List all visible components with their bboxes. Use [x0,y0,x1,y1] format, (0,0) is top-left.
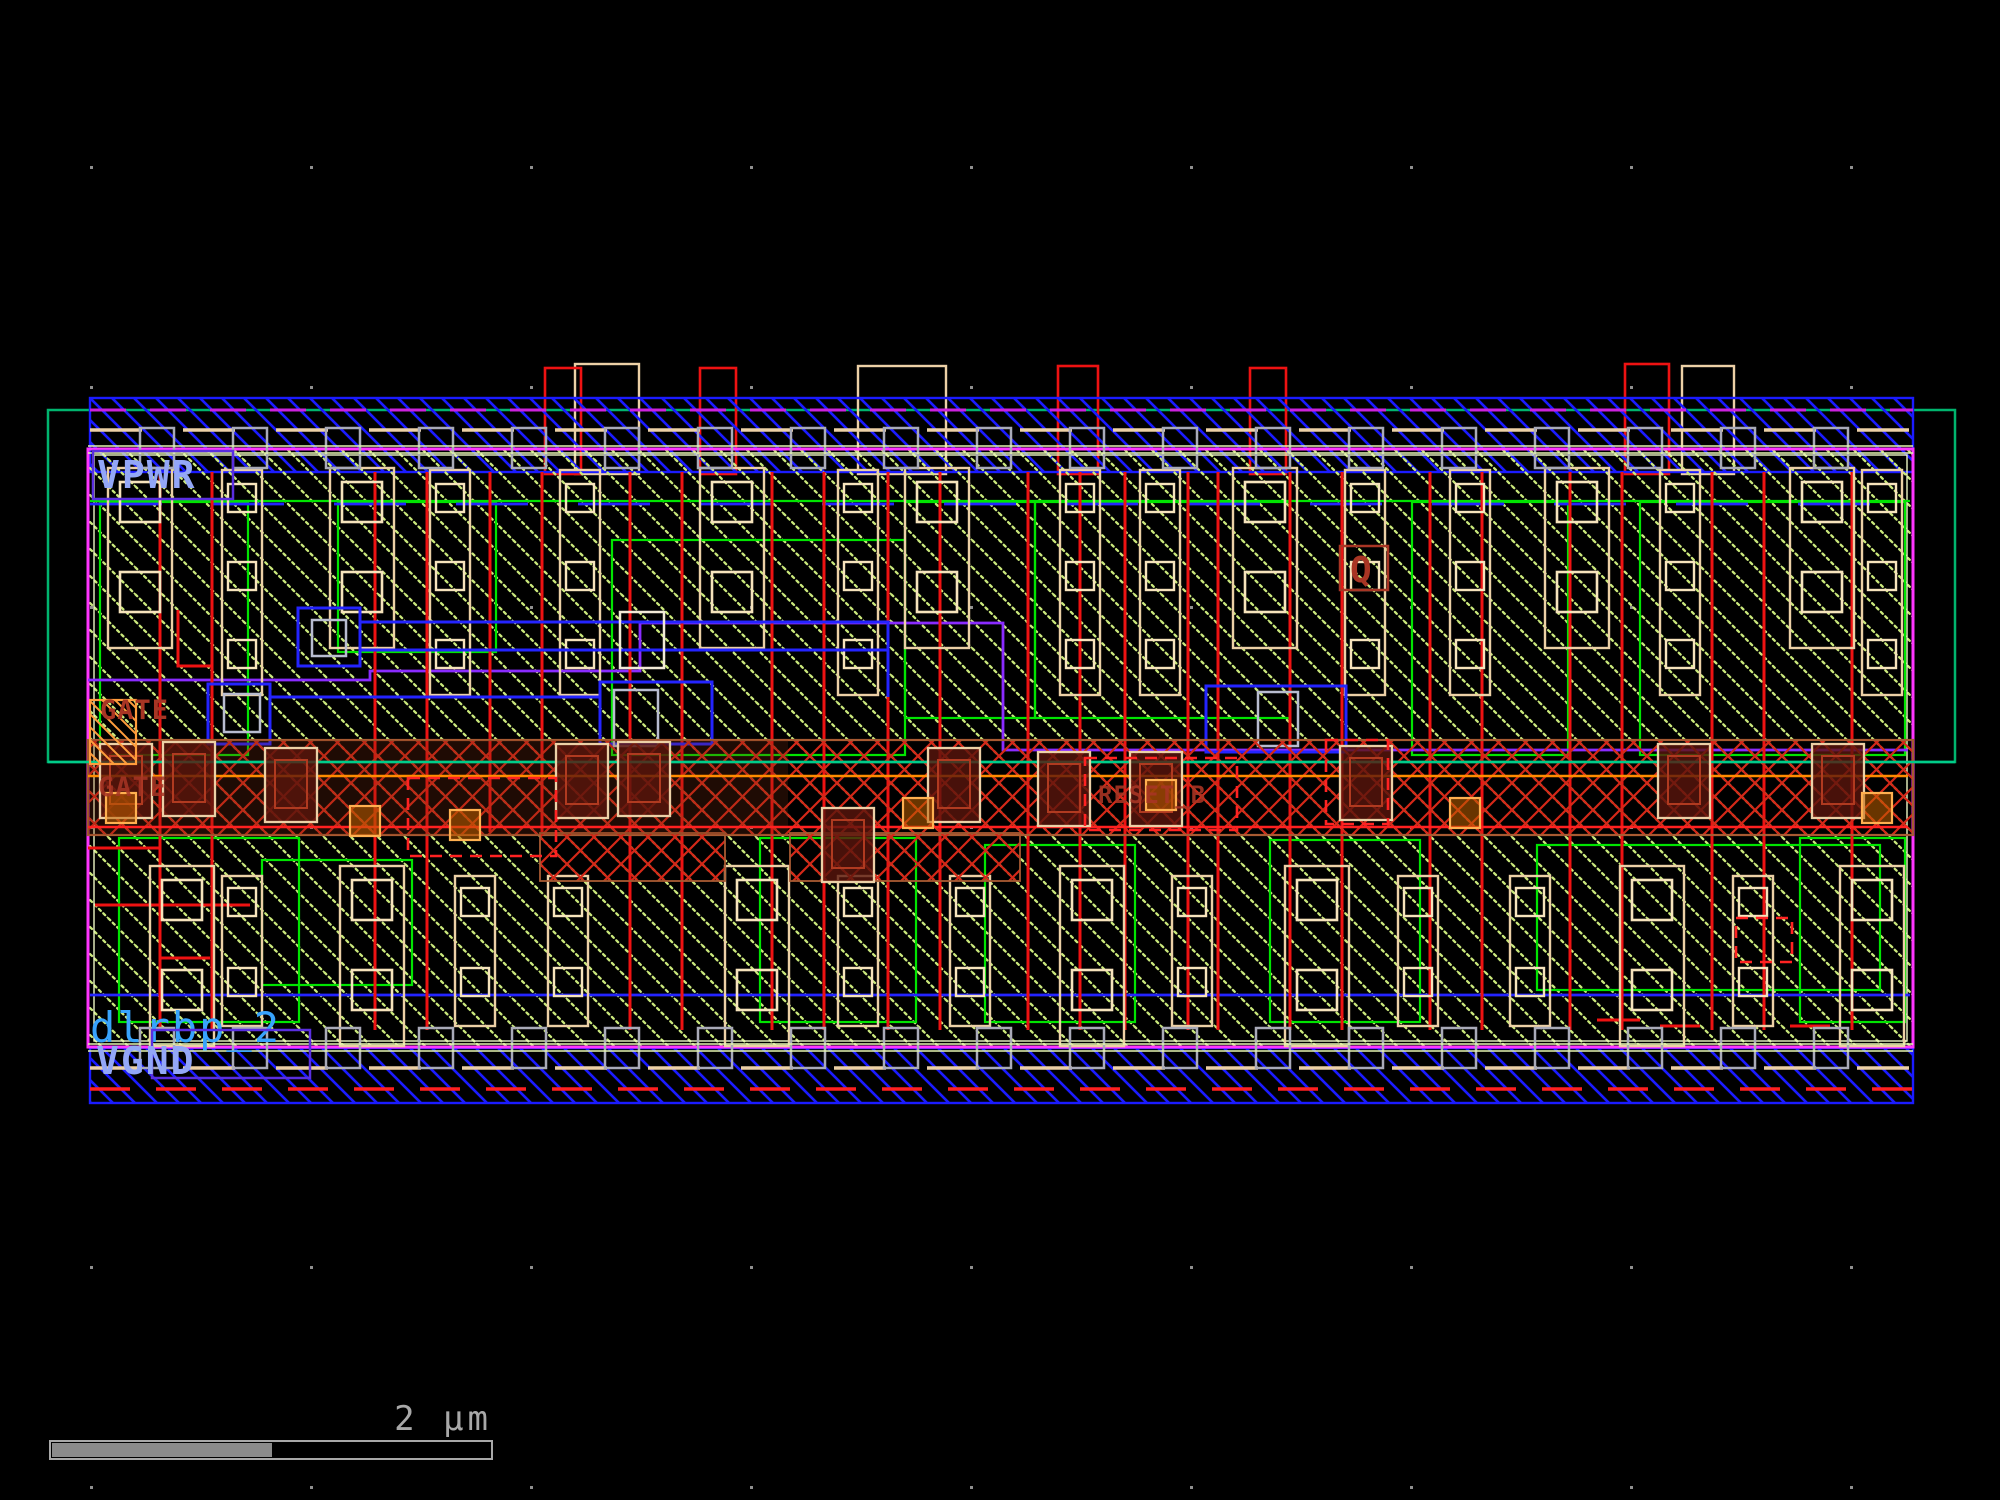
gate-pin-label-secondary: GATE [98,772,167,803]
layout-canvas[interactable]: VPWR dlrbp_2 VGND GATE GATE RESET_B Q 2 … [0,0,2000,1500]
reset-b-pin-label: RESET_B [1098,781,1206,809]
vgnd-rail [90,1048,1913,1103]
scale-bar-label: 2 µm [394,1399,492,1439]
q-pin-label: Q [1350,550,1373,591]
gate-pin-label: GATE [100,695,169,726]
vgnd-label: VGND [96,1039,196,1083]
vpwr-label: VPWR [97,453,197,497]
layout-viewer-stage: VPWR dlrbp_2 VGND GATE GATE RESET_B Q 2 … [0,0,2000,1500]
